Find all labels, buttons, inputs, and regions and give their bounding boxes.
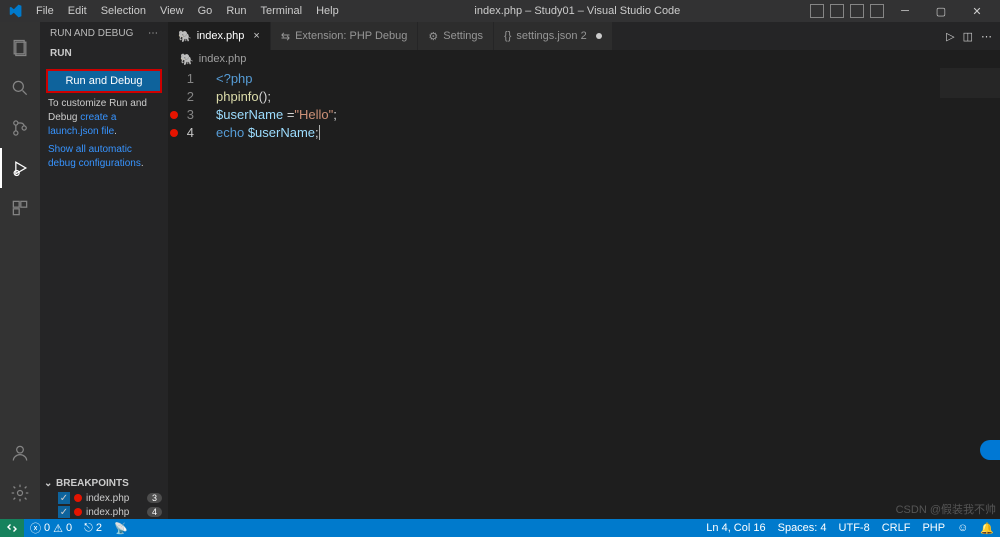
- line-badge: 3: [147, 493, 162, 503]
- extensions-icon[interactable]: [0, 188, 40, 228]
- tab-index-php[interactable]: 🐘index.php×: [168, 22, 271, 50]
- editor-tabs: 🐘index.php×⇆Extension: PHP Debug⚙Setting…: [168, 22, 1000, 50]
- settings-gear-icon[interactable]: [0, 473, 40, 513]
- watermark: CSDN @假装我不帅: [896, 501, 996, 517]
- breakpoint-marker-icon[interactable]: [170, 111, 178, 119]
- more-icon[interactable]: ⋯: [148, 28, 158, 39]
- run-and-debug-button[interactable]: Run and Debug: [46, 69, 162, 93]
- menu-go[interactable]: Go: [192, 3, 219, 19]
- menu-terminal[interactable]: Terminal: [255, 3, 309, 19]
- source-control-icon[interactable]: [0, 108, 40, 148]
- breakpoint-dot-icon: [74, 494, 82, 502]
- line-gutter[interactable]: 1234: [168, 68, 208, 519]
- breakpoint-marker-icon[interactable]: [170, 129, 178, 137]
- sidebar-title: RUN AND DEBUG: [50, 28, 133, 39]
- language-mode[interactable]: PHP: [916, 522, 951, 535]
- breadcrumb[interactable]: 🐘 index.php: [168, 50, 1000, 68]
- run-debug-icon[interactable]: [0, 148, 40, 188]
- layout-icon[interactable]: [810, 4, 824, 18]
- close-button[interactable]: ✕: [962, 0, 992, 22]
- run-icon[interactable]: ▷: [946, 30, 954, 43]
- maximize-button[interactable]: ▢: [926, 0, 956, 22]
- tab-extension-php-debug[interactable]: ⇆Extension: PHP Debug: [271, 22, 419, 50]
- layout-icon[interactable]: [830, 4, 844, 18]
- breadcrumb-file: index.php: [199, 53, 247, 65]
- sidebar-panel: RUN AND DEBUG ⋯ RUN Run and Debug To cus…: [40, 22, 168, 519]
- line-badge: 4: [147, 507, 162, 517]
- side-bubble[interactable]: [980, 440, 1000, 460]
- tab-file-icon: {}: [504, 30, 511, 42]
- activity-bar: [0, 22, 40, 519]
- layout-icon[interactable]: [870, 4, 884, 18]
- close-icon[interactable]: ×: [253, 30, 259, 42]
- remote-indicator[interactable]: [0, 519, 24, 537]
- layout-icon[interactable]: [850, 4, 864, 18]
- customize-hint: To customize Run and Debug create a laun…: [40, 97, 168, 143]
- show-auto-debug-link[interactable]: Show all automatic debug configurations: [48, 144, 141, 169]
- menu-run[interactable]: Run: [220, 3, 252, 19]
- menu-help[interactable]: Help: [310, 3, 345, 19]
- chevron-down-icon: ⌄: [44, 478, 56, 489]
- window-title: index.php – Study01 – Visual Studio Code: [345, 5, 810, 17]
- menu-selection[interactable]: Selection: [95, 3, 152, 19]
- main-menu: FileEditSelectionViewGoRunTerminalHelp: [30, 3, 345, 19]
- vscode-logo-icon: [8, 4, 22, 18]
- breakpoints-section[interactable]: ⌄ BREAKPOINTS: [40, 476, 168, 491]
- problems-status[interactable]: ⓧ0 ⚠0: [24, 520, 78, 536]
- code-content[interactable]: <?phpphpinfo();$userName ="Hello";echo $…: [208, 68, 1000, 519]
- cursor-position[interactable]: Ln 4, Col 16: [700, 522, 771, 535]
- checkbox-icon[interactable]: ✓: [58, 492, 70, 504]
- split-editor-icon[interactable]: ◫: [963, 30, 973, 43]
- explorer-icon[interactable]: [0, 28, 40, 68]
- account-icon[interactable]: [0, 433, 40, 473]
- feedback-icon[interactable]: ☺: [951, 522, 974, 535]
- eol-status[interactable]: CRLF: [876, 522, 917, 535]
- run-section-label: RUN: [40, 44, 168, 63]
- status-bar: ⓧ0 ⚠0 ⎋2 📡 Ln 4, Col 16 Spaces: 4 UTF-8 …: [0, 519, 1000, 537]
- ports-status[interactable]: ⎋2: [78, 522, 108, 535]
- breakpoint-item[interactable]: ✓index.php3: [40, 491, 168, 505]
- encoding-status[interactable]: UTF-8: [833, 522, 876, 535]
- modified-indicator: [596, 33, 602, 39]
- menu-edit[interactable]: Edit: [62, 3, 93, 19]
- php-file-icon: 🐘: [180, 53, 194, 66]
- tab-file-icon: ⇆: [281, 30, 290, 43]
- menu-file[interactable]: File: [30, 3, 60, 19]
- radio-status[interactable]: 📡: [108, 522, 134, 535]
- notifications-icon[interactable]: 🔔: [974, 522, 1000, 535]
- tab-settings-json-2[interactable]: {}settings.json 2: [494, 22, 613, 50]
- menu-view[interactable]: View: [154, 3, 190, 19]
- indentation-status[interactable]: Spaces: 4: [772, 522, 833, 535]
- search-icon[interactable]: [0, 68, 40, 108]
- breakpoint-item[interactable]: ✓index.php4: [40, 505, 168, 519]
- tab-file-icon: ⚙: [428, 30, 438, 43]
- more-actions-icon[interactable]: ⋯: [981, 30, 992, 43]
- breakpoint-dot-icon: [74, 508, 82, 516]
- tab-settings[interactable]: ⚙Settings: [418, 22, 494, 50]
- tab-file-icon: 🐘: [178, 30, 192, 43]
- minimize-button[interactable]: ─: [890, 0, 920, 22]
- checkbox-icon[interactable]: ✓: [58, 506, 70, 518]
